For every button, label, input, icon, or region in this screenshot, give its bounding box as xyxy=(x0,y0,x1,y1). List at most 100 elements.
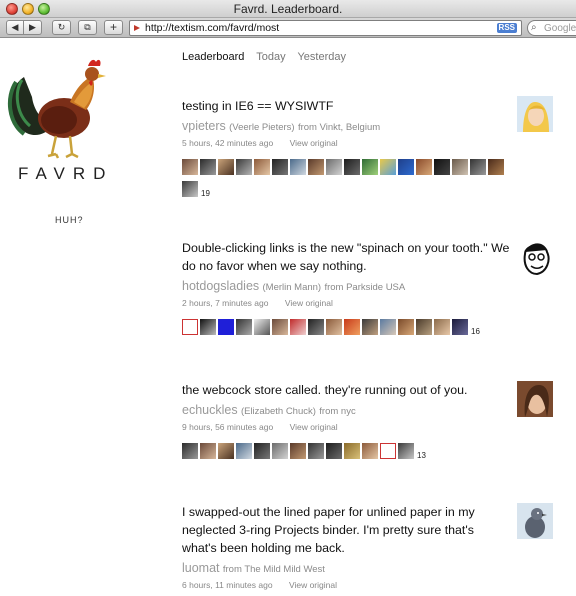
fav-count: 13 xyxy=(417,451,426,460)
entry-timestamp: 2 hours, 7 minutes ago View original xyxy=(182,298,512,308)
tab-today[interactable]: Today xyxy=(256,51,285,63)
faver-avatar[interactable] xyxy=(182,443,198,459)
author-location: from nyc xyxy=(319,406,356,417)
entry-author: vpieters (Veerle Pieters) from Vinkt, Be… xyxy=(182,119,512,133)
faver-avatar[interactable] xyxy=(236,443,252,459)
avatar[interactable] xyxy=(517,503,553,539)
view-original-link[interactable]: View original xyxy=(289,580,337,590)
entry-timestamp: 9 hours, 56 minutes ago View original xyxy=(182,422,512,432)
list-item: I swapped-out the lined paper for unline… xyxy=(182,503,512,590)
list-item: the webcock store called. they're runnin… xyxy=(182,381,512,465)
fav-count: 16 xyxy=(471,327,480,336)
avatar[interactable] xyxy=(517,381,553,417)
entry-author: hotdogsladies (Merlin Mann) from Parksid… xyxy=(182,279,512,293)
entry-author: luomat from The Mild Mild West xyxy=(182,561,512,575)
rss-button[interactable]: RSS xyxy=(496,23,517,33)
faver-avatar[interactable] xyxy=(218,443,234,459)
faver-avatar[interactable] xyxy=(470,159,486,175)
snapback-button[interactable]: ⧉ xyxy=(78,20,97,35)
list-item: testing in IE6 == WYSIWTF vpieters (Veer… xyxy=(182,97,512,203)
tab-leaderboard[interactable]: Leaderboard xyxy=(182,51,244,63)
author-fullname: (Elizabeth Chuck) xyxy=(240,406,316,417)
faver-avatar[interactable] xyxy=(452,319,468,335)
forward-button[interactable]: ▶ xyxy=(24,20,42,35)
faver-avatar[interactable] xyxy=(362,443,378,459)
view-original-link[interactable]: View original xyxy=(290,422,338,432)
faver-avatar[interactable] xyxy=(416,319,432,335)
faver-avatar[interactable] xyxy=(290,443,306,459)
entry-time: 2 hours, 7 minutes ago xyxy=(182,298,269,308)
faver-avatar[interactable] xyxy=(362,319,378,335)
leaderboard-nav: Leaderboard Today Yesterday xyxy=(182,51,355,63)
brand-wordmark[interactable]: FAVRD xyxy=(18,164,113,184)
faver-avatar[interactable] xyxy=(398,159,414,175)
add-bookmark-button[interactable]: + xyxy=(104,20,123,35)
avatar[interactable] xyxy=(517,96,553,132)
author-fullname: (Merlin Mann) xyxy=(262,282,322,293)
avatar[interactable] xyxy=(517,240,553,276)
back-button[interactable]: ◀ xyxy=(6,20,24,35)
faver-avatar[interactable] xyxy=(236,319,252,335)
faver-avatar[interactable] xyxy=(416,159,432,175)
faver-avatar[interactable] xyxy=(344,319,360,335)
view-original-link[interactable]: View original xyxy=(290,138,338,148)
faver-avatar[interactable] xyxy=(182,181,198,197)
faver-avatar[interactable] xyxy=(434,319,450,335)
rooster-logo-icon[interactable] xyxy=(4,52,124,162)
entry-quote: Double-clicking links is the new "spinac… xyxy=(182,241,510,273)
faver-avatar[interactable] xyxy=(218,319,234,335)
faver-avatar[interactable] xyxy=(272,159,288,175)
faver-avatar-empty[interactable] xyxy=(380,443,396,459)
author-link[interactable]: echuckles xyxy=(182,403,238,417)
search-field[interactable]: ⌕ Google xyxy=(527,20,576,36)
url-text[interactable]: http://textism.com/favrd/most xyxy=(145,22,279,34)
faver-avatar[interactable] xyxy=(434,159,450,175)
reload-button[interactable]: ↻ xyxy=(52,20,71,35)
faver-avatar[interactable] xyxy=(290,319,306,335)
faver-avatar[interactable] xyxy=(200,443,216,459)
faver-avatar[interactable] xyxy=(254,443,270,459)
faver-avatar[interactable] xyxy=(362,159,378,175)
search-icon: ⌕ xyxy=(531,22,537,33)
entry-quote: the webcock store called. they're runnin… xyxy=(182,383,468,397)
faver-avatar[interactable] xyxy=(182,159,198,175)
faver-avatar[interactable] xyxy=(326,443,342,459)
entry-time: 6 hours, 11 minutes ago xyxy=(182,580,273,590)
faver-avatar[interactable] xyxy=(326,319,342,335)
faver-avatar[interactable] xyxy=(308,159,324,175)
faver-avatar[interactable] xyxy=(398,319,414,335)
faver-avatar[interactable] xyxy=(200,319,216,335)
faver-avatar[interactable] xyxy=(380,319,396,335)
entry-quote: I swapped-out the lined paper for unline… xyxy=(182,505,475,555)
author-link[interactable]: hotdogsladies xyxy=(182,279,259,293)
faver-avatar[interactable] xyxy=(272,319,288,335)
faver-avatar[interactable] xyxy=(380,159,396,175)
view-original-link[interactable]: View original xyxy=(285,298,333,308)
faver-avatar-empty[interactable] xyxy=(182,319,198,335)
address-bar[interactable]: http://textism.com/favrd/most RSS xyxy=(129,20,522,36)
tab-yesterday[interactable]: Yesterday xyxy=(297,51,346,63)
faver-avatar[interactable] xyxy=(308,319,324,335)
faver-avatar[interactable] xyxy=(344,159,360,175)
faver-avatar[interactable] xyxy=(254,319,270,335)
huh-link[interactable]: HUH? xyxy=(55,215,84,225)
window-title: Favrd. Leaderboard. xyxy=(233,2,343,16)
entry-timestamp: 6 hours, 11 minutes ago View original xyxy=(182,580,512,590)
favers-list: 13 xyxy=(182,443,512,465)
author-fullname: (Veerle Pieters) xyxy=(229,122,295,133)
faver-avatar[interactable] xyxy=(200,159,216,175)
faver-avatar[interactable] xyxy=(452,159,468,175)
faver-avatar[interactable] xyxy=(218,159,234,175)
faver-avatar[interactable] xyxy=(488,159,504,175)
faver-avatar[interactable] xyxy=(254,159,270,175)
faver-avatar[interactable] xyxy=(326,159,342,175)
faver-avatar[interactable] xyxy=(398,443,414,459)
faver-avatar[interactable] xyxy=(290,159,306,175)
faver-avatar[interactable] xyxy=(272,443,288,459)
faver-avatar[interactable] xyxy=(308,443,324,459)
faver-avatar[interactable] xyxy=(344,443,360,459)
author-link[interactable]: vpieters xyxy=(182,119,226,133)
author-link[interactable]: luomat xyxy=(182,561,220,575)
title-bar: Favrd. Leaderboard. xyxy=(0,0,576,18)
faver-avatar[interactable] xyxy=(236,159,252,175)
